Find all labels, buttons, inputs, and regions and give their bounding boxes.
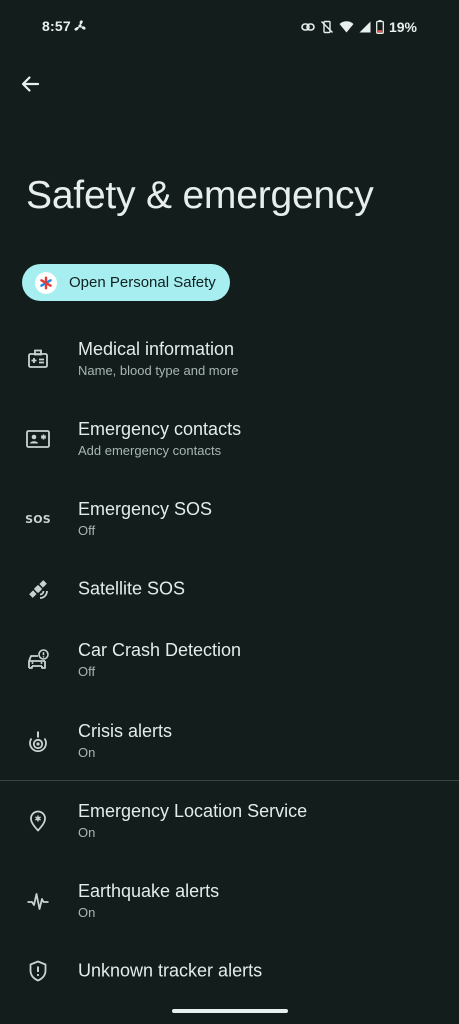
status-bar: 8:57 19% <box>0 0 459 56</box>
setting-title: Medical information <box>78 339 235 359</box>
sos-icon: SOS <box>25 506 51 532</box>
location-pin-icon <box>25 808 51 834</box>
link-icon <box>301 22 315 32</box>
setting-subtitle: On <box>78 745 96 760</box>
contact-card-icon <box>25 426 51 452</box>
setting-title: Emergency SOS <box>78 499 213 519</box>
crisis-alert-icon <box>25 728 51 754</box>
vibrate-off-icon <box>320 20 334 34</box>
setting-subtitle: Add emergency contacts <box>78 443 222 458</box>
wifi-icon <box>339 21 354 33</box>
battery-percent: 19% <box>388 19 417 35</box>
satellite-icon <box>25 576 51 602</box>
setting-title: Car Crash Detection <box>78 640 242 660</box>
setting-car-crash-detection[interactable]: Car Crash Detection Off <box>0 625 459 695</box>
setting-subtitle: Off <box>78 523 96 538</box>
arrow-back-icon <box>20 74 40 99</box>
setting-emergency-sos[interactable]: SOS Emergency SOS Off <box>0 484 459 554</box>
open-personal-safety-label: Open Personal Safety <box>69 274 216 291</box>
open-personal-safety-button[interactable]: Open Personal Safety <box>22 264 230 301</box>
medical-id-icon <box>25 346 51 372</box>
setting-subtitle: Off <box>78 664 96 679</box>
status-time: 8:57 <box>42 18 71 34</box>
setting-satellite-sos[interactable]: Satellite SOS <box>0 554 459 624</box>
setting-emergency-contacts[interactable]: Emergency contacts Add emergency contact… <box>0 404 459 474</box>
fan-icon <box>73 19 87 33</box>
setting-subtitle: Name, blood type and more <box>78 363 239 378</box>
setting-subtitle: On <box>78 905 96 920</box>
sos-icon-text: SOS <box>25 512 51 526</box>
setting-title: Earthquake alerts <box>78 881 220 901</box>
section-divider <box>0 780 459 781</box>
shield-alert-icon <box>25 958 51 984</box>
setting-title: Unknown tracker alerts <box>78 960 263 981</box>
battery-icon <box>376 20 384 34</box>
cell-signal-icon <box>359 21 371 33</box>
setting-emergency-location-service[interactable]: Emergency Location Service On <box>0 786 459 856</box>
setting-title: Emergency contacts <box>78 419 242 439</box>
setting-title: Satellite SOS <box>78 578 186 599</box>
setting-crisis-alerts[interactable]: Crisis alerts On <box>0 706 459 776</box>
car-crash-icon <box>25 647 51 673</box>
setting-title: Emergency Location Service <box>78 801 308 821</box>
personal-safety-app-icon <box>35 271 57 294</box>
setting-title: Crisis alerts <box>78 721 173 741</box>
setting-unknown-tracker-alerts[interactable]: Unknown tracker alerts <box>0 936 459 1006</box>
back-button[interactable] <box>14 70 46 102</box>
setting-earthquake-alerts[interactable]: Earthquake alerts On <box>0 866 459 936</box>
earthquake-icon <box>25 888 51 914</box>
page-title: Safety & emergency <box>26 174 374 217</box>
gesture-nav-handle[interactable] <box>172 1009 288 1013</box>
setting-subtitle: On <box>78 825 96 840</box>
setting-medical-information[interactable]: Medical information Name, blood type and… <box>0 324 459 394</box>
status-icons: 19% <box>301 18 417 36</box>
